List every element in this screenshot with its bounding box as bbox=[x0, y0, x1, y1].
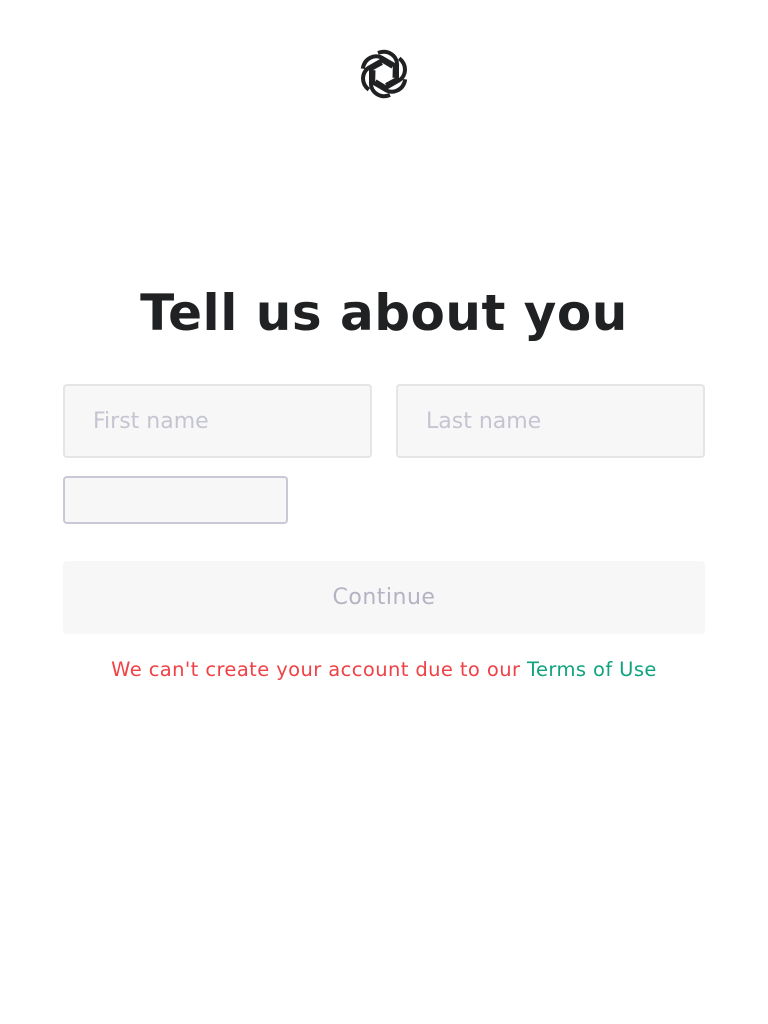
error-text: We can't create your account due to our bbox=[111, 658, 527, 681]
first-name-field[interactable] bbox=[63, 384, 372, 458]
signup-page: Tell us about you Continue We can't crea… bbox=[0, 0, 768, 1024]
last-name-field[interactable] bbox=[396, 384, 705, 458]
openai-logo-icon bbox=[352, 48, 416, 100]
terms-of-use-link[interactable]: Terms of Use bbox=[527, 658, 657, 681]
page-title: Tell us about you bbox=[140, 284, 628, 342]
error-message: We can't create your account due to our … bbox=[63, 654, 705, 685]
birthday-field[interactable] bbox=[63, 476, 288, 524]
continue-button[interactable]: Continue bbox=[63, 561, 705, 634]
